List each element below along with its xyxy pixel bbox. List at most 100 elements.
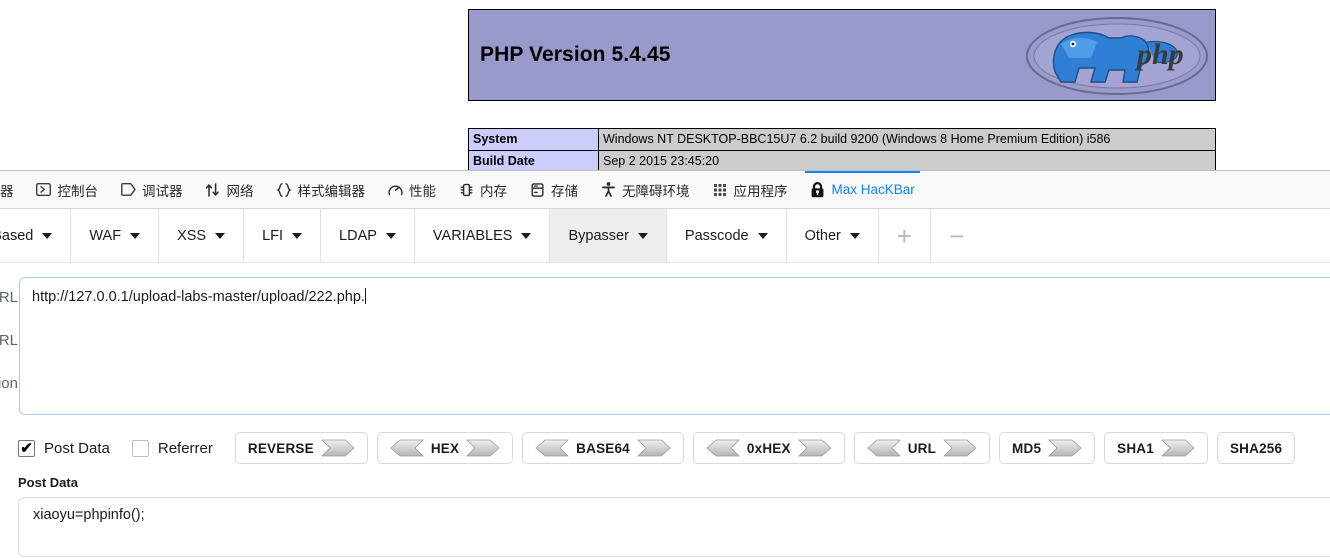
menu-label: LDAP xyxy=(339,227,377,244)
referrer-checkbox-wrap[interactable]: ✔ Referrer xyxy=(131,439,213,457)
menu-xss[interactable]: XSS xyxy=(159,209,245,262)
chevron-left-icon xyxy=(706,439,740,457)
menu-label: XSS xyxy=(177,227,207,244)
svg-text:php: php xyxy=(1134,38,1184,71)
add-tab-button[interactable]: + xyxy=(879,209,931,262)
chevron-down-icon xyxy=(215,232,226,239)
encoder-base64-button[interactable]: BASE64 xyxy=(522,432,684,464)
menu-label: Passcode xyxy=(684,227,749,244)
referrer-checkbox[interactable]: ✔ xyxy=(131,439,149,457)
storage-icon xyxy=(529,182,545,198)
execution-button[interactable]: ecution xyxy=(0,375,18,392)
tab-memory[interactable]: 内存 xyxy=(447,171,518,208)
tab-console[interactable]: 控制台 xyxy=(25,171,110,208)
url-input[interactable]: http://127.0.0.1/upload-labs-master/uplo… xyxy=(19,277,1330,415)
devtools-tab-label: 内存 xyxy=(480,183,507,199)
devtools-tab-label: 控制台 xyxy=(57,183,99,199)
tab-storage[interactable]: 存储 xyxy=(518,171,589,208)
encoder-label: HEX xyxy=(430,440,460,456)
load-url-button[interactable]: ad URL xyxy=(0,289,18,306)
menu-lfi[interactable]: LFI xyxy=(244,209,322,262)
phpinfo-value: Windows NT DESKTOP-BBC15U7 6.2 build 920… xyxy=(598,128,1216,151)
post-data-value: xiaoyu=phpinfo(); xyxy=(33,507,145,523)
php-version-banner: PHP Version 5.4.45 php xyxy=(468,9,1216,101)
php-logo-icon: php xyxy=(1026,17,1208,95)
devtools-tabbar: 器 控制台 调试器 网络 样式编辑器 性能 内存 存储 无障碍环境 应用程序 M… xyxy=(0,171,1330,209)
encoder-label: SHA256 xyxy=(1229,440,1283,456)
table-row: Build Date Sep 2 2015 23:45:20 xyxy=(468,150,1216,172)
menu-other[interactable]: Other xyxy=(786,209,879,262)
menu-error-based[interactable]: Error Based xyxy=(0,209,72,262)
devtools-tab-label: 应用程序 xyxy=(733,183,788,199)
post-data-title: Post Data xyxy=(18,475,78,490)
tab-style-editor[interactable]: 样式编辑器 xyxy=(265,171,377,208)
tab-network[interactable]: 网络 xyxy=(194,171,265,208)
post-data-input[interactable]: xiaoyu=phpinfo(); xyxy=(18,497,1330,557)
encoder-0xhex-button[interactable]: 0xHEX xyxy=(692,432,845,464)
chevron-left-icon xyxy=(390,439,424,457)
tab-inspector[interactable]: 器 xyxy=(0,171,25,208)
lock-icon xyxy=(810,181,826,198)
menu-waf[interactable]: WAF xyxy=(71,209,160,262)
menu-label: LFI xyxy=(262,227,284,244)
encoder-label: SHA1 xyxy=(1117,440,1154,456)
url-input-value: http://127.0.0.1/upload-labs-master/uplo… xyxy=(32,289,365,305)
encoder-hex-button[interactable]: HEX xyxy=(376,432,514,464)
menu-variables[interactable]: VARIABLES xyxy=(414,209,551,262)
tab-performance[interactable]: 性能 xyxy=(376,171,447,208)
screen-root: PHP Version 5.4.45 php System Windows NT… xyxy=(0,0,1330,558)
chevron-down-icon xyxy=(521,232,532,239)
menu-label: Other xyxy=(804,227,841,244)
phpinfo-table: System Windows NT DESKTOP-BBC15U7 6.2 bu… xyxy=(468,128,1216,172)
encoder-label: REVERSE xyxy=(247,440,314,456)
chevron-left-icon xyxy=(867,439,901,457)
url-row: ad URL lit URL ecution http://127.0.0.1/… xyxy=(0,277,1330,415)
hackbar-menubar: Error Based WAF XSS LFI LDAP xyxy=(0,209,1330,263)
menu-ldap[interactable]: LDAP xyxy=(321,209,415,262)
menu-label: VARIABLES xyxy=(432,227,513,244)
performance-icon xyxy=(387,182,403,198)
phpinfo-key: Build Date xyxy=(468,150,599,172)
chevron-right-icon xyxy=(1048,439,1082,457)
encoder-label: URL xyxy=(907,440,937,456)
chevron-right-icon xyxy=(1161,439,1195,457)
post-data-section: Post Data xiaoyu=phpinfo(); xyxy=(0,475,1330,557)
devtools-tab-label: 存储 xyxy=(551,183,578,199)
encoder-sha256-button[interactable]: SHA256 xyxy=(1216,432,1296,464)
chevron-down-icon xyxy=(292,232,303,239)
post-data-checkbox[interactable]: ✔ xyxy=(18,439,35,457)
accessibility-icon xyxy=(600,182,616,198)
network-icon xyxy=(205,182,221,198)
text-cursor xyxy=(364,288,366,304)
split-url-button[interactable]: lit URL xyxy=(0,332,18,349)
encoder-sha1-button[interactable]: SHA1 xyxy=(1104,432,1208,464)
encoder-label: BASE64 xyxy=(576,440,630,456)
phpinfo-key: System xyxy=(468,128,599,151)
menu-label: WAF xyxy=(89,227,122,244)
post-data-checkbox-wrap[interactable]: ✔ Post Data xyxy=(18,439,110,457)
tab-accessibility[interactable]: 无障碍环境 xyxy=(589,171,701,208)
devtools-tab-label: 调试器 xyxy=(142,183,183,199)
chevron-left-icon xyxy=(535,439,570,457)
encoder-url-button[interactable]: URL xyxy=(853,432,991,464)
remove-tab-button[interactable]: − xyxy=(931,209,983,262)
encoder-md5-button[interactable]: MD5 xyxy=(999,432,1096,464)
chevron-right-icon xyxy=(797,439,832,457)
devtools-tab-label: 无障碍环境 xyxy=(622,183,690,199)
tab-debugger[interactable]: 调试器 xyxy=(109,171,194,208)
table-row: System Windows NT DESKTOP-BBC15U7 6.2 bu… xyxy=(468,128,1216,151)
encoder-reverse-button[interactable]: REVERSE xyxy=(234,432,368,464)
chevron-right-icon xyxy=(943,439,977,457)
hackbar-options-row: ✔ Post Data ✔ Referrer REVERSE xyxy=(0,431,1330,465)
php-version-title: PHP Version 5.4.45 xyxy=(480,43,671,66)
tab-application[interactable]: 应用程序 xyxy=(701,171,799,208)
memory-icon xyxy=(458,182,474,198)
menu-passcode[interactable]: Passcode xyxy=(666,209,787,262)
post-data-checkbox-label: Post Data xyxy=(44,439,110,457)
referrer-checkbox-label: Referrer xyxy=(157,439,213,457)
menu-bypasser[interactable]: Bypasser xyxy=(550,209,667,262)
tab-max-hackbar[interactable]: Max HacKBar xyxy=(799,171,926,208)
encoder-label: 0xHEX xyxy=(746,440,791,456)
devtools-tab-label: Max HacKBar xyxy=(831,182,915,197)
style-editor-icon xyxy=(275,182,292,198)
